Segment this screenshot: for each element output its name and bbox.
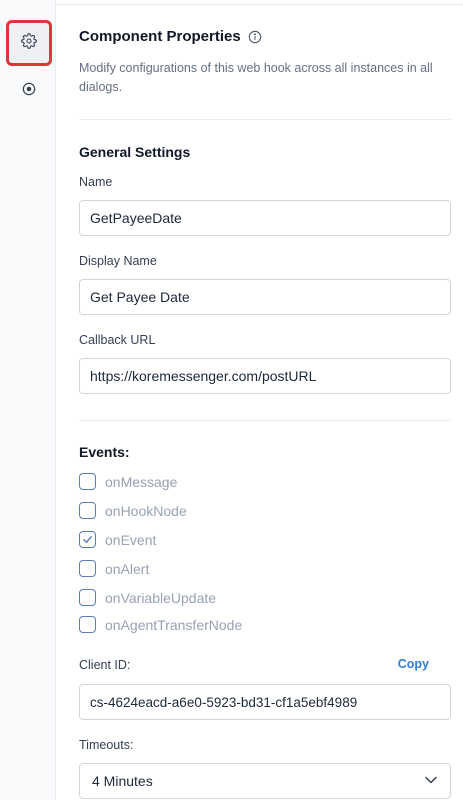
checkbox[interactable]	[79, 616, 96, 633]
event-checkbox-onalert[interactable]: onAlert	[79, 560, 149, 577]
event-label: onAlert	[105, 560, 150, 577]
timeouts-dropdown[interactable]: 4 Minutes	[79, 763, 451, 799]
event-checkbox-onhooknode[interactable]: onHookNode	[79, 502, 187, 519]
event-checkbox-onvariableupdate[interactable]: onVariableUpdate	[79, 589, 216, 606]
panel-title: Component Properties	[79, 28, 241, 45]
callback-url-input[interactable]: https://koremessenger.com/postURL	[79, 358, 451, 394]
section-divider	[79, 119, 451, 120]
checkbox[interactable]	[79, 560, 96, 577]
info-icon[interactable]	[248, 30, 262, 44]
copy-link[interactable]: Copy	[398, 657, 429, 671]
event-label: onEvent	[105, 531, 157, 548]
connections-tab[interactable]	[8, 70, 50, 112]
display-name-input[interactable]: Get Payee Date	[79, 279, 451, 315]
display-name-label: Display Name	[79, 254, 157, 268]
checkbox-checked[interactable]	[79, 531, 96, 548]
panel-top-divider	[57, 4, 463, 5]
checkbox[interactable]	[79, 473, 96, 490]
target-icon	[21, 81, 37, 102]
timeouts-selected-value: 4 Minutes	[92, 773, 153, 789]
checkbox[interactable]	[79, 589, 96, 606]
event-label: onHookNode	[105, 502, 187, 519]
section-divider	[79, 420, 451, 421]
event-label: onAgentTransferNode	[105, 616, 243, 633]
general-settings-title: General Settings	[79, 144, 191, 160]
checkmark-icon	[83, 536, 92, 543]
properties-panel: Component Properties Modify configuratio…	[57, 0, 463, 800]
panel-header: Component Properties	[79, 28, 262, 45]
name-label: Name	[79, 175, 113, 189]
client-id-label: Client ID:	[79, 658, 131, 672]
chevron-down-icon	[424, 773, 438, 790]
events-title: Events:	[79, 444, 130, 460]
event-checkbox-onevent[interactable]: onEvent	[79, 531, 156, 548]
checkbox[interactable]	[79, 502, 96, 519]
settings-tab[interactable]	[6, 20, 52, 66]
gear-icon	[21, 32, 37, 54]
name-input[interactable]: GetPayeeDate	[79, 200, 451, 236]
event-label: onVariableUpdate	[105, 589, 217, 606]
client-id-field[interactable]: cs-4624eacd-a6e0-5923-bd31-cf1a5ebf4989	[79, 684, 451, 720]
panel-description: Modify configurations of this web hook a…	[79, 61, 433, 94]
event-checkbox-onmessage[interactable]: onMessage	[79, 473, 177, 490]
left-icon-rail	[0, 0, 56, 800]
event-checkbox-onagenttransfernode[interactable]: onAgentTransferNode	[79, 616, 242, 633]
timeouts-label: Timeouts:	[79, 738, 134, 752]
event-label: onMessage	[105, 473, 178, 490]
callback-url-label: Callback URL	[79, 333, 156, 347]
